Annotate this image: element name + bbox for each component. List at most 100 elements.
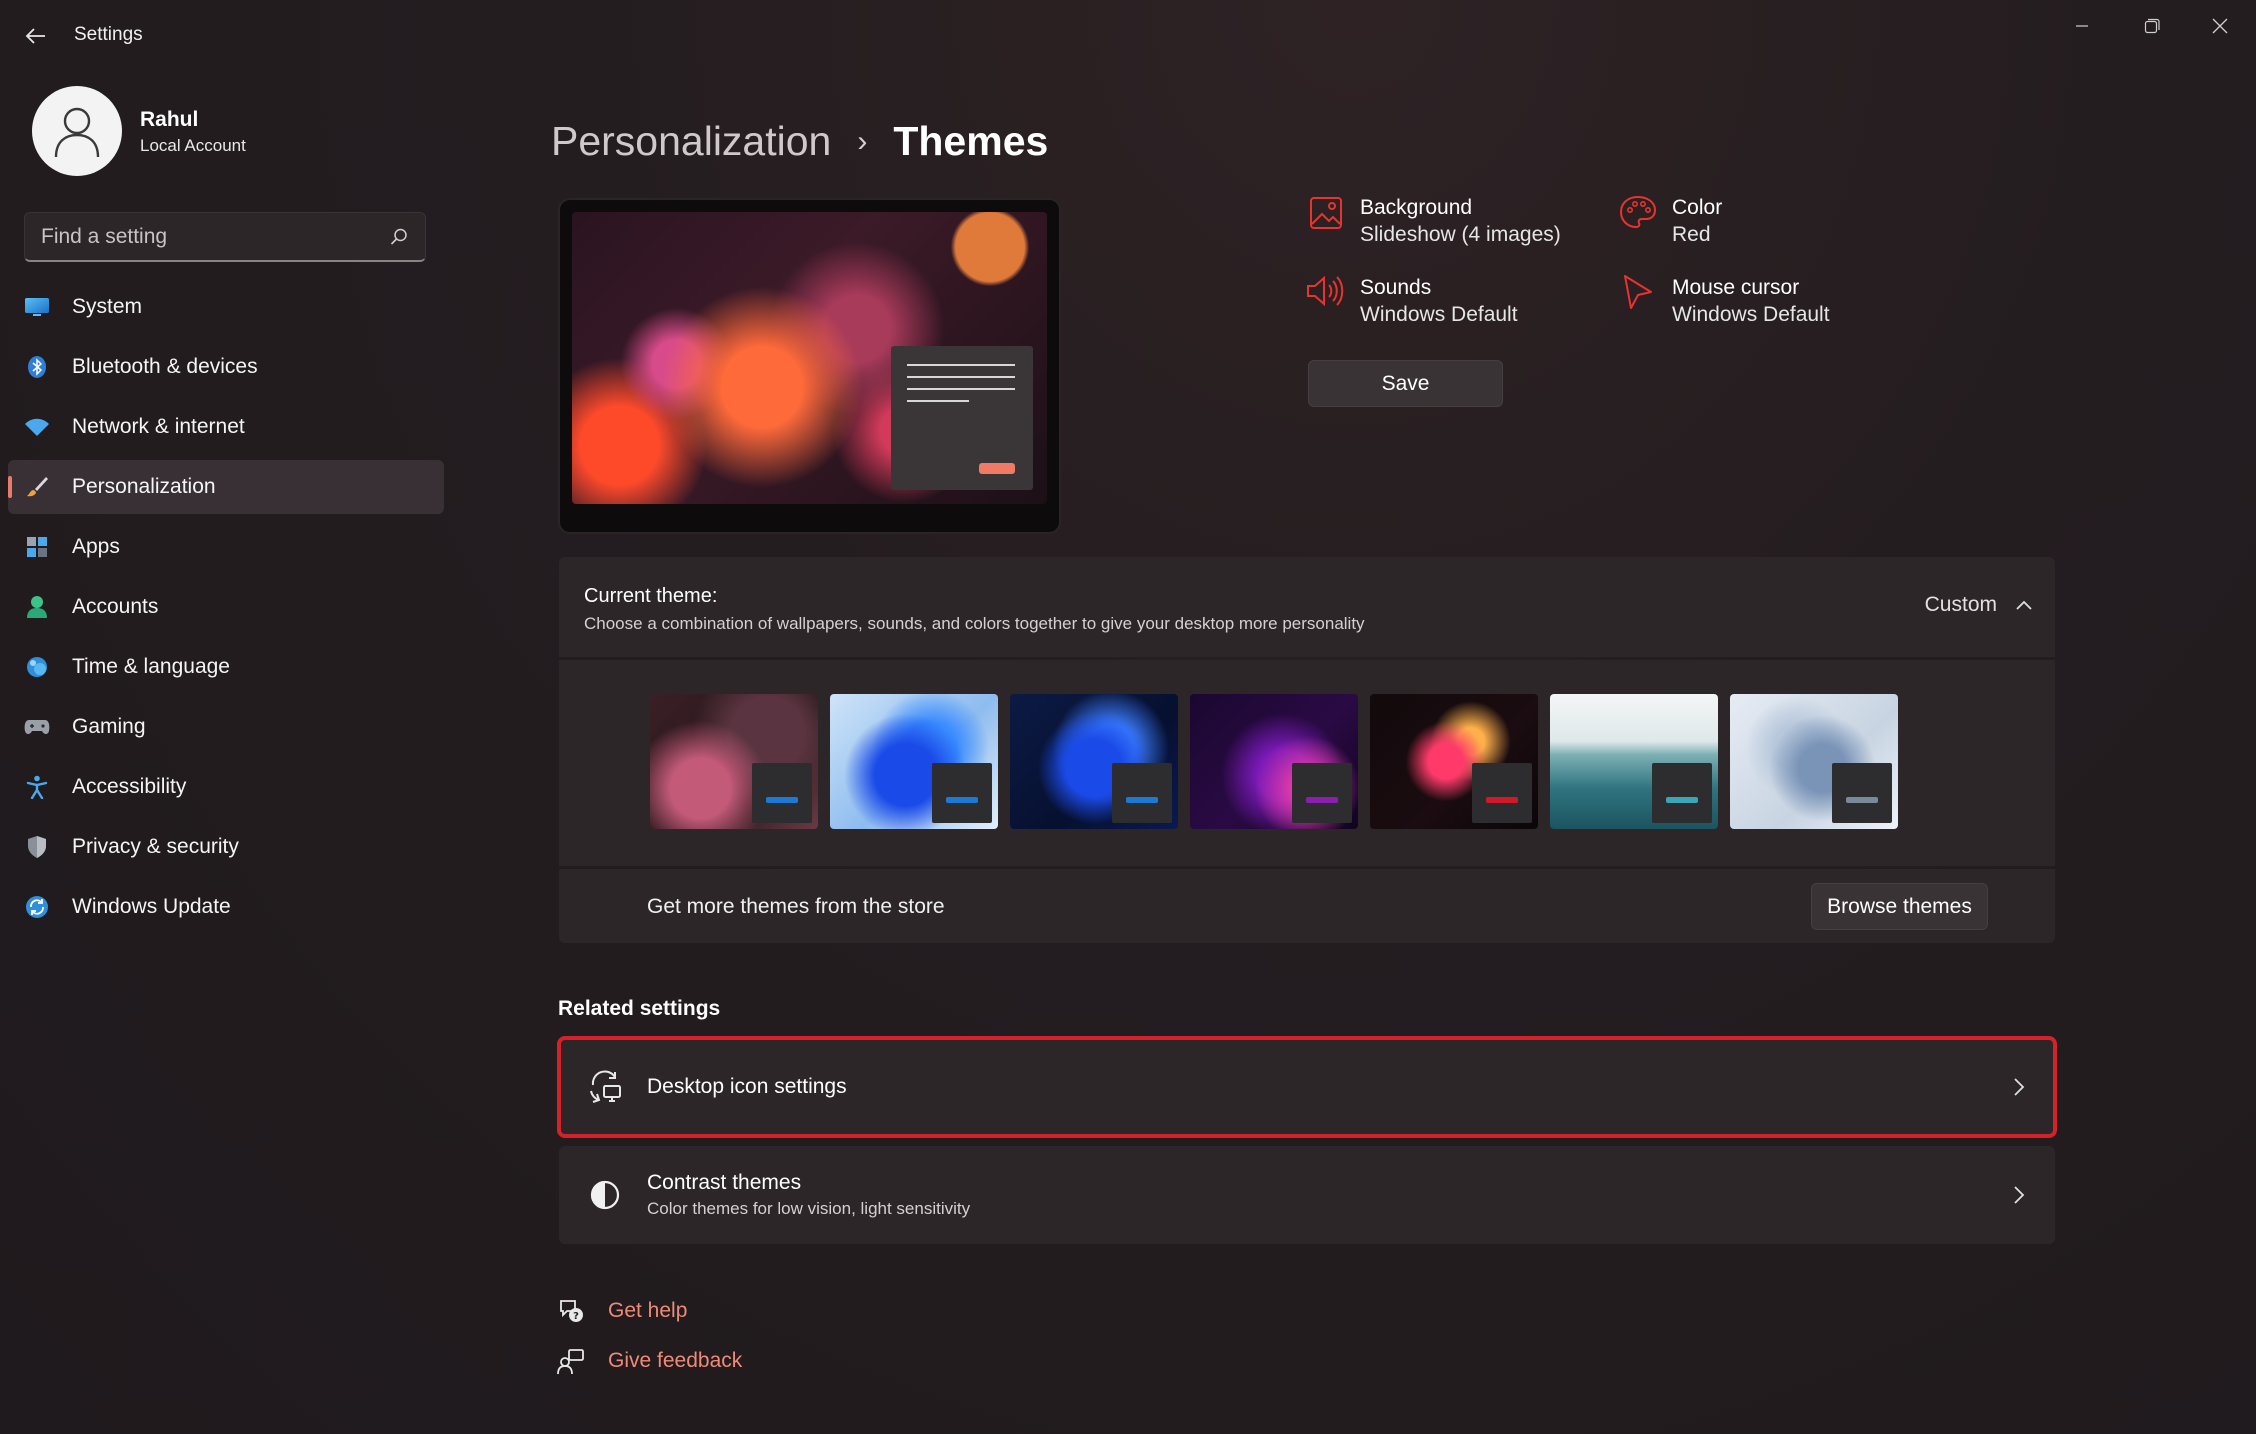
related-settings-title: Related settings <box>558 997 721 1020</box>
desktop-icon-settings-row[interactable]: Desktop icon settings <box>557 1036 2057 1138</box>
theme-thumbnail[interactable] <box>1370 694 1538 829</box>
accounts-icon <box>24 594 50 620</box>
theme-thumbnail[interactable] <box>1730 694 1898 829</box>
sidebar-item-label: Apps <box>72 535 120 558</box>
account-type: Local Account <box>140 136 246 155</box>
preview-window <box>891 346 1033 490</box>
theme-accent-bar <box>1846 797 1878 803</box>
get-help-link[interactable]: ? Get help <box>556 1296 687 1326</box>
sidebar-item-label: Accounts <box>72 595 159 618</box>
background-setting[interactable]: Background Slideshow (4 images) <box>1306 194 1561 249</box>
globe-icon <box>24 654 50 680</box>
sidebar-item-label: Windows Update <box>72 895 231 918</box>
sidebar-item-network[interactable]: Network & internet <box>8 400 444 454</box>
sidebar-item-bluetooth[interactable]: Bluetooth & devices <box>8 340 444 394</box>
help-icon: ? <box>556 1296 586 1326</box>
desktop-icon-settings-icon <box>585 1067 625 1107</box>
preview-accent-button <box>979 463 1015 474</box>
color-title: Color <box>1672 196 1723 219</box>
theme-thumbnail[interactable] <box>1010 694 1178 829</box>
current-theme-title: Current theme: <box>584 585 718 607</box>
bluetooth-icon <box>24 354 50 380</box>
browse-themes-button[interactable]: Browse themes <box>1811 883 1988 930</box>
contrast-themes-label: Contrast themes <box>647 1171 802 1194</box>
sidebar-item-accounts[interactable]: Accounts <box>8 580 444 634</box>
theme-accent-bar <box>1306 797 1338 803</box>
speaker-icon <box>1306 274 1346 314</box>
maximize-icon <box>2144 18 2160 34</box>
shield-icon <box>24 834 50 860</box>
breadcrumb-parent[interactable]: Personalization <box>551 118 831 165</box>
theme-thumbnail[interactable] <box>830 694 998 829</box>
save-button[interactable]: Save <box>1308 360 1503 407</box>
search-icon[interactable] <box>389 227 409 247</box>
search-input[interactable] <box>41 224 389 249</box>
user-name: Rahul <box>140 108 199 131</box>
sidebar-item-label: Time & language <box>72 655 230 678</box>
give-feedback-label: Give feedback <box>608 1349 743 1372</box>
update-icon <box>24 894 50 920</box>
maximize-button[interactable] <box>2118 4 2186 48</box>
chevron-right-icon <box>2014 1078 2025 1096</box>
sidebar-item-label: System <box>72 295 143 318</box>
theme-accent-bar <box>766 797 798 803</box>
app-title: Settings <box>74 24 143 45</box>
sidebar-item-windows-update[interactable]: Windows Update <box>8 880 444 934</box>
theme-thumbnail[interactable] <box>1190 694 1358 829</box>
theme-accent-bar <box>1126 797 1158 803</box>
accessibility-icon <box>24 774 50 800</box>
close-icon <box>2212 18 2228 34</box>
sidebar-item-system[interactable]: System <box>8 280 444 334</box>
sidebar-item-label: Privacy & security <box>72 835 239 858</box>
sidebar-item-label: Network & internet <box>72 415 245 438</box>
sidebar-item-label: Personalization <box>72 475 216 498</box>
title-bar: Settings <box>0 0 2256 72</box>
user-icon <box>54 107 100 158</box>
breadcrumb: Personalization › Themes <box>551 118 1048 165</box>
breadcrumb-separator: › <box>857 124 868 158</box>
sidebar-item-time-language[interactable]: Time & language <box>8 640 444 694</box>
chevron-right-icon <box>2014 1186 2025 1204</box>
contrast-icon <box>585 1175 625 1215</box>
minimize-icon <box>2076 25 2088 27</box>
theme-thumbnail[interactable] <box>1550 694 1718 829</box>
back-button[interactable] <box>14 16 58 56</box>
sidebar-item-gaming[interactable]: Gaming <box>8 700 444 754</box>
theme-accent-bar <box>946 797 978 803</box>
chevron-up-icon[interactable] <box>2015 599 2033 611</box>
sidebar-item-personalization[interactable]: Personalization <box>8 460 444 514</box>
system-icon <box>24 294 50 320</box>
sidebar-item-accessibility[interactable]: Accessibility <box>8 760 444 814</box>
background-value: Slideshow (4 images) <box>1360 223 1561 246</box>
sounds-value: Windows Default <box>1360 303 1518 326</box>
store-label: Get more themes from the store <box>647 895 945 918</box>
theme-preview <box>558 198 1061 534</box>
themes-gallery <box>559 660 2055 866</box>
current-theme-value: Custom <box>1924 593 1997 616</box>
theme-accent-bar <box>1666 797 1698 803</box>
back-arrow-icon <box>25 28 45 44</box>
sidebar-nav: System Bluetooth & devices Network & int… <box>8 280 444 940</box>
get-help-label: Get help <box>608 1299 688 1322</box>
sidebar-item-label: Gaming <box>72 715 146 738</box>
theme-accent-bar <box>1486 797 1518 803</box>
gamepad-icon <box>24 714 50 740</box>
desktop-icon-settings-label: Desktop icon settings <box>647 1075 847 1098</box>
sounds-setting[interactable]: Sounds Windows Default <box>1306 274 1518 329</box>
store-row: Get more themes from the store Browse th… <box>559 869 2055 943</box>
search-box[interactable] <box>24 212 426 262</box>
mouse-cursor-setting[interactable]: Mouse cursor Windows Default <box>1618 274 1830 329</box>
current-theme-header[interactable]: Current theme: Choose a combination of w… <box>559 557 2055 657</box>
contrast-themes-row[interactable]: Contrast themes Color themes for low vis… <box>559 1146 2055 1244</box>
color-setting[interactable]: Color Red <box>1618 194 1722 249</box>
sidebar-item-privacy[interactable]: Privacy & security <box>8 820 444 874</box>
give-feedback-link[interactable]: Give feedback <box>556 1346 742 1376</box>
cursor-icon <box>1618 274 1658 314</box>
avatar[interactable] <box>32 86 122 176</box>
minimize-button[interactable] <box>2048 4 2116 48</box>
sidebar-item-label: Bluetooth & devices <box>72 355 258 378</box>
close-button[interactable] <box>2186 4 2254 48</box>
sounds-title: Sounds <box>1360 276 1432 299</box>
theme-thumbnail[interactable] <box>650 694 818 829</box>
sidebar-item-apps[interactable]: Apps <box>8 520 444 574</box>
